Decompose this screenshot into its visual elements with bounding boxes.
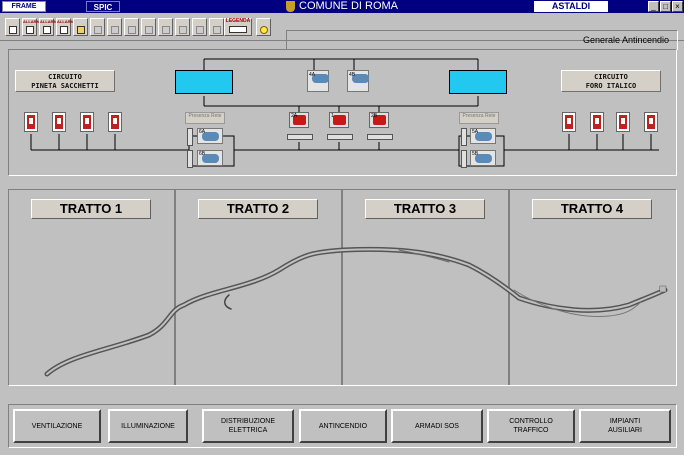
window-title: COMUNE DI ROMA xyxy=(286,0,398,13)
app-name: SPIC xyxy=(86,1,120,12)
circuit-pineta-sacchetti: CIRCUITO PINETA SACCHETTI xyxy=(15,70,115,92)
nav-distribuzione-elettrica-button[interactable]: DISTRIBUZIONE ELETTRICA xyxy=(202,409,294,443)
nav-ventilazione-button[interactable]: VENTILAZIONE xyxy=(13,409,101,443)
pump-5b-label: 5B xyxy=(472,151,479,157)
hydrant-left-3[interactable] xyxy=(80,112,94,132)
nav-antincendio-button[interactable]: ANTINCENDIO xyxy=(299,409,387,443)
window-title-text: COMUNE DI ROMA xyxy=(299,0,398,12)
bottom-nav: VENTILAZIONE ILLUMINAZIONE DISTRIBUZIONE… xyxy=(8,404,677,448)
minimize-button[interactable]: _ xyxy=(648,1,659,12)
pump-2b-label: 2B xyxy=(371,113,378,119)
allarmi-calendar-button[interactable]: ALLARMI xyxy=(56,18,75,36)
valve-5a[interactable] xyxy=(461,128,467,146)
nav-illuminazione-button[interactable]: ILLUMINAZIONE xyxy=(108,409,188,443)
toolbar: ALLARMI ALLARMI ALLARMI LEGENDA Generale… xyxy=(0,13,684,50)
tool-button-11[interactable] xyxy=(175,18,190,36)
tool-button-10[interactable] xyxy=(158,18,173,36)
help-icon xyxy=(260,26,268,34)
close-button[interactable]: × xyxy=(672,1,683,12)
hydrant-right-3[interactable] xyxy=(616,112,630,132)
pump-5b[interactable]: 5B xyxy=(470,150,496,166)
water-tank-right[interactable] xyxy=(449,70,507,94)
allarmi-list-button[interactable]: ALLARMI xyxy=(39,18,58,36)
tool-button-13[interactable] xyxy=(209,18,224,36)
tool-icon xyxy=(213,26,221,34)
hydrant-left-4[interactable] xyxy=(108,112,122,132)
frame-logo: FRAME xyxy=(2,1,46,12)
valve-6b[interactable] xyxy=(187,150,193,168)
pump-1-status xyxy=(327,134,353,140)
allarmi-caption: ALLARMI xyxy=(23,19,41,24)
fire-pump-2b[interactable]: 2B xyxy=(369,112,389,128)
tool-button-12[interactable] xyxy=(192,18,207,36)
monitor-button[interactable] xyxy=(5,18,20,36)
tool-icon xyxy=(145,26,153,34)
circuit-left-text: CIRCUITO PINETA SACCHETTI xyxy=(31,73,99,90)
tool-icon xyxy=(111,26,119,34)
calendar-icon xyxy=(60,26,68,34)
pump-4b-label: 4B xyxy=(349,72,356,78)
pump-6a-label: 6A xyxy=(199,129,206,135)
circuit-foro-italico: CIRCUITO FORO ITALICO xyxy=(561,70,661,92)
pump-1-label: 1 xyxy=(331,113,334,119)
open-folder-button[interactable] xyxy=(73,18,88,36)
hydrant-right-4[interactable] xyxy=(644,112,658,132)
legenda-button[interactable]: LEGENDA xyxy=(224,18,252,36)
pump-5a[interactable]: 5A xyxy=(470,128,496,144)
checkbox-icon xyxy=(26,26,34,34)
pump-5a-label: 5A xyxy=(472,129,479,135)
pump-2a-label: 2A xyxy=(291,113,298,119)
tunnel-map xyxy=(44,246,668,377)
title-bar: FRAME SPIC COMUNE DI ROMA ASTALDI _ □ × xyxy=(0,0,684,13)
nav-armadi-sos-button[interactable]: ARMADI SOS xyxy=(391,409,483,443)
water-tank-left[interactable] xyxy=(175,70,233,94)
astaldi-logo: ASTALDI xyxy=(534,1,608,12)
edit-button[interactable] xyxy=(90,18,105,36)
pump-6a[interactable]: 6A xyxy=(197,128,223,144)
hydrant-right-1[interactable] xyxy=(562,112,576,132)
pump-4a[interactable]: 4A xyxy=(307,70,329,92)
presenza-rete-right: Presenza Rete xyxy=(459,112,499,124)
presenza-rete-left: Presenza Rete xyxy=(185,112,225,124)
fire-pump-2a[interactable]: 2A xyxy=(289,112,309,128)
allarmi-check-button[interactable]: ALLARMI xyxy=(22,18,41,36)
pump-6b[interactable]: 6B xyxy=(197,150,223,166)
list-icon xyxy=(43,26,51,34)
pump-4a-label: 4A xyxy=(309,72,316,78)
allarmi-caption: ALLARMI xyxy=(57,19,75,24)
monitor-icon xyxy=(9,26,17,34)
tool-icon xyxy=(179,26,187,34)
legend-icon xyxy=(229,26,247,33)
help-button[interactable] xyxy=(256,18,271,36)
hydrant-left-1[interactable] xyxy=(24,112,38,132)
pump-2b-status xyxy=(367,134,393,140)
hydrant-left-2[interactable] xyxy=(52,112,66,132)
tool-icon xyxy=(162,26,170,34)
edit-icon xyxy=(94,26,102,34)
tool-icon xyxy=(196,26,204,34)
pump-4b[interactable]: 4B xyxy=(347,70,369,92)
antincendio-schematic: CIRCUITO PINETA SACCHETTI CIRCUITO FORO … xyxy=(8,49,677,176)
circuit-right-text: CIRCUITO FORO ITALICO xyxy=(585,73,637,90)
section-title: Generale Antincendio xyxy=(286,30,678,50)
maximize-button[interactable]: □ xyxy=(660,1,671,12)
tool-button-7[interactable] xyxy=(107,18,122,36)
folder-icon xyxy=(77,26,85,34)
legenda-caption: LEGENDA xyxy=(225,18,251,24)
nav-controllo-traffico-button[interactable]: CONTROLLO TRAFFICO xyxy=(487,409,575,443)
hydrant-right-2[interactable] xyxy=(590,112,604,132)
valve-5b[interactable] xyxy=(461,150,467,168)
pump-2a-status xyxy=(287,134,313,140)
tool-button-9[interactable] xyxy=(141,18,156,36)
tool-button-8[interactable] xyxy=(124,18,139,36)
pump-6b-label: 6B xyxy=(199,151,206,157)
nav-impianti-ausiliari-button[interactable]: IMPIANTI AUSILIARI xyxy=(579,409,671,443)
roma-crest-icon xyxy=(286,1,295,12)
allarmi-caption: ALLARMI xyxy=(40,19,58,24)
valve-6a[interactable] xyxy=(187,128,193,146)
tratti-panel: TRATTO 1 TRATTO 2 TRATTO 3 TRATTO 4 xyxy=(8,189,677,386)
fire-pump-1[interactable]: 1 xyxy=(329,112,349,128)
tool-icon xyxy=(128,26,136,34)
